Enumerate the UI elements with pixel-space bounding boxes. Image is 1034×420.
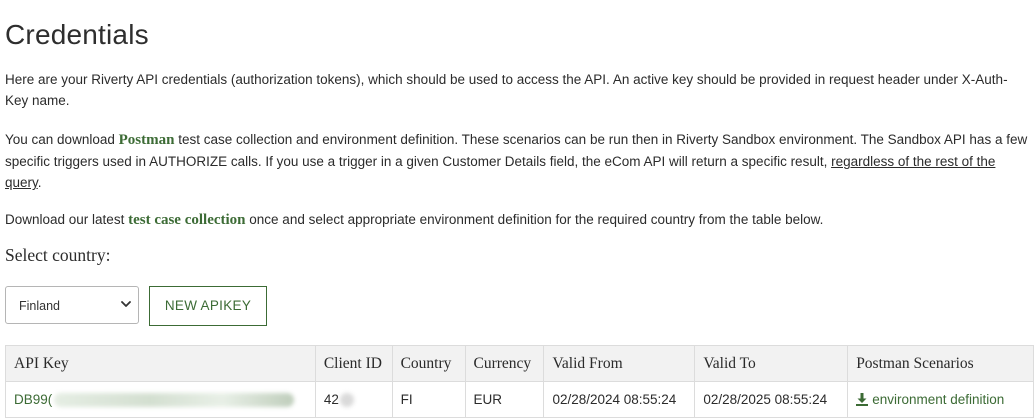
cell-country: FI (391, 381, 466, 418)
credentials-table: API Key Client ID Country Currency Valid… (5, 345, 1034, 418)
postman-link[interactable]: Postman (119, 132, 175, 148)
postman-paragraph: You can download Postman test case colle… (5, 129, 1029, 193)
new-apikey-button[interactable]: NEW APIKEY (149, 286, 267, 326)
download-icon (856, 393, 869, 406)
intro-text: Here are your Riverty API credentials (a… (5, 72, 1008, 108)
client-id-value: 42 (323, 391, 339, 407)
header-valid-from: Valid From (543, 345, 696, 382)
country-select[interactable]: Finland (5, 286, 139, 324)
postman-text-before: You can download (5, 132, 119, 147)
intro-paragraph: Here are your Riverty API credentials (a… (5, 69, 1029, 111)
client-id-redacted (339, 393, 354, 408)
test-case-collection-link[interactable]: test case collection (128, 212, 245, 228)
environment-definition-link[interactable]: environment definition (856, 392, 1004, 407)
cell-api-key[interactable]: DB99( (5, 381, 316, 418)
header-currency: Currency (464, 345, 545, 382)
chevron-down-icon (121, 301, 131, 307)
country-select-value: Finland (19, 299, 60, 313)
download-text-after: once and select appropriate environment … (245, 212, 824, 227)
table-header-row: API Key Client ID Country Currency Valid… (5, 345, 1034, 382)
page-title: Credentials (5, 19, 149, 50)
header-postman-scenarios: Postman Scenarios (847, 345, 1034, 382)
cell-valid-to: 02/28/2025 08:55:24 (694, 381, 849, 418)
header-client-id: Client ID (314, 345, 393, 382)
cell-client-id: 42 (314, 381, 393, 418)
postman-text-end: . (37, 175, 42, 190)
cell-currency: EUR (464, 381, 545, 418)
api-key-value: DB99( (14, 391, 53, 407)
api-key-redacted (54, 393, 295, 408)
download-text-before: Download our latest (5, 212, 129, 227)
header-api-key: API Key (5, 345, 316, 382)
header-country: Country (391, 345, 466, 382)
cell-valid-from: 02/28/2024 08:55:24 (543, 381, 696, 418)
select-country-label: Select country: (5, 245, 111, 265)
download-paragraph: Download our latest test case collection… (5, 209, 1029, 231)
header-valid-to: Valid To (694, 345, 849, 382)
table-row: DB99( 42 FI EUR 02/28/2024 08:55:24 02/2… (5, 381, 1034, 418)
environment-definition-label: environment definition (872, 392, 1005, 407)
cell-postman: environment definition (847, 381, 1034, 418)
